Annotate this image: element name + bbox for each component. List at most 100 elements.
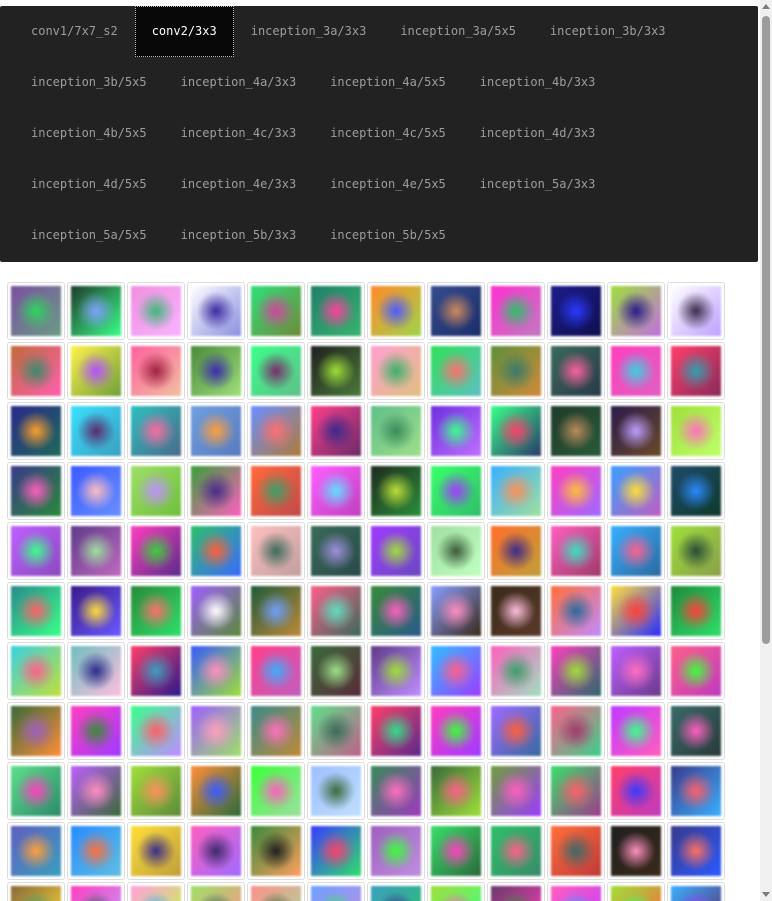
filter-tile[interactable] bbox=[367, 402, 425, 460]
filter-tile[interactable] bbox=[547, 402, 605, 460]
filter-tile[interactable] bbox=[607, 402, 665, 460]
filter-tile[interactable] bbox=[187, 582, 245, 640]
filter-tile[interactable] bbox=[247, 282, 305, 340]
tab-inception-5b-3x3[interactable]: inception_5b/3x3 bbox=[164, 210, 314, 261]
filter-tile[interactable] bbox=[367, 342, 425, 400]
filter-tile[interactable] bbox=[127, 582, 185, 640]
filter-tile[interactable] bbox=[367, 822, 425, 880]
filter-tile[interactable] bbox=[7, 282, 65, 340]
tab-inception-4b-3x3[interactable]: inception_4b/3x3 bbox=[463, 57, 613, 108]
filter-tile[interactable] bbox=[247, 702, 305, 760]
filter-tile[interactable] bbox=[667, 882, 725, 901]
filter-tile[interactable] bbox=[607, 582, 665, 640]
filter-tile[interactable] bbox=[547, 522, 605, 580]
filter-tile[interactable] bbox=[7, 462, 65, 520]
filter-tile[interactable] bbox=[607, 642, 665, 700]
filter-tile[interactable] bbox=[127, 822, 185, 880]
filter-tile[interactable] bbox=[67, 462, 125, 520]
filter-tile[interactable] bbox=[487, 762, 545, 820]
filter-tile[interactable] bbox=[307, 342, 365, 400]
filter-tile[interactable] bbox=[547, 582, 605, 640]
filter-tile[interactable] bbox=[67, 882, 125, 901]
filter-tile[interactable] bbox=[307, 522, 365, 580]
filter-tile[interactable] bbox=[127, 702, 185, 760]
filter-tile[interactable] bbox=[307, 462, 365, 520]
filter-tile[interactable] bbox=[547, 702, 605, 760]
filter-tile[interactable] bbox=[7, 822, 65, 880]
tab-inception-4a-3x3[interactable]: inception_4a/3x3 bbox=[164, 57, 314, 108]
filter-tile[interactable] bbox=[127, 642, 185, 700]
filter-tile[interactable] bbox=[667, 402, 725, 460]
filter-tile[interactable] bbox=[367, 882, 425, 901]
filter-tile[interactable] bbox=[667, 642, 725, 700]
scroll-down-arrow-icon[interactable] bbox=[762, 892, 770, 897]
filter-tile[interactable] bbox=[67, 522, 125, 580]
filter-tile[interactable] bbox=[487, 702, 545, 760]
tab-inception-3b-3x3[interactable]: inception_3b/3x3 bbox=[533, 6, 683, 57]
filter-tile[interactable] bbox=[607, 282, 665, 340]
filter-tile[interactable] bbox=[187, 822, 245, 880]
filter-tile[interactable] bbox=[667, 522, 725, 580]
filter-tile[interactable] bbox=[487, 402, 545, 460]
filter-tile[interactable] bbox=[187, 342, 245, 400]
filter-tile[interactable] bbox=[367, 762, 425, 820]
tab-conv1-7x7-s2[interactable]: conv1/7x7_s2 bbox=[14, 6, 135, 57]
filter-tile[interactable] bbox=[667, 822, 725, 880]
filter-tile[interactable] bbox=[547, 642, 605, 700]
filter-tile[interactable] bbox=[247, 642, 305, 700]
filter-tile[interactable] bbox=[427, 702, 485, 760]
filter-tile[interactable] bbox=[127, 402, 185, 460]
filter-tile[interactable] bbox=[187, 462, 245, 520]
filter-tile[interactable] bbox=[247, 582, 305, 640]
filter-tile[interactable] bbox=[7, 882, 65, 901]
filter-tile[interactable] bbox=[487, 822, 545, 880]
filter-tile[interactable] bbox=[547, 762, 605, 820]
tab-inception-4c-3x3[interactable]: inception_4c/3x3 bbox=[164, 108, 314, 159]
filter-tile[interactable] bbox=[547, 462, 605, 520]
filter-tile[interactable] bbox=[247, 402, 305, 460]
filter-tile[interactable] bbox=[7, 762, 65, 820]
scroll-up-arrow-icon[interactable] bbox=[762, 4, 770, 9]
filter-tile[interactable] bbox=[67, 342, 125, 400]
filter-tile[interactable] bbox=[367, 522, 425, 580]
filter-tile[interactable] bbox=[547, 822, 605, 880]
filter-tile[interactable] bbox=[427, 582, 485, 640]
filter-tile[interactable] bbox=[187, 882, 245, 901]
filter-tile[interactable] bbox=[487, 462, 545, 520]
filter-tile[interactable] bbox=[67, 762, 125, 820]
filter-tile[interactable] bbox=[247, 822, 305, 880]
filter-tile[interactable] bbox=[127, 762, 185, 820]
filter-tile[interactable] bbox=[547, 882, 605, 901]
filter-tile[interactable] bbox=[547, 342, 605, 400]
filter-tile[interactable] bbox=[427, 462, 485, 520]
vertical-scrollbar[interactable] bbox=[760, 0, 772, 901]
filter-tile[interactable] bbox=[427, 882, 485, 901]
filter-tile[interactable] bbox=[127, 522, 185, 580]
tab-inception-4e-5x5[interactable]: inception_4e/5x5 bbox=[313, 159, 463, 210]
filter-tile[interactable] bbox=[607, 702, 665, 760]
filter-tile[interactable] bbox=[307, 762, 365, 820]
filter-tile[interactable] bbox=[247, 762, 305, 820]
filter-tile[interactable] bbox=[427, 642, 485, 700]
filter-tile[interactable] bbox=[307, 822, 365, 880]
tab-inception-4a-5x5[interactable]: inception_4a/5x5 bbox=[313, 57, 463, 108]
filter-tile[interactable] bbox=[187, 762, 245, 820]
filter-tile[interactable] bbox=[67, 402, 125, 460]
filter-tile[interactable] bbox=[427, 402, 485, 460]
filter-tile[interactable] bbox=[187, 702, 245, 760]
filter-tile[interactable] bbox=[127, 342, 185, 400]
filter-tile[interactable] bbox=[307, 402, 365, 460]
tab-inception-3a-3x3[interactable]: inception_3a/3x3 bbox=[234, 6, 384, 57]
filter-tile[interactable] bbox=[667, 702, 725, 760]
filter-tile[interactable] bbox=[187, 522, 245, 580]
filter-tile[interactable] bbox=[607, 822, 665, 880]
filter-tile[interactable] bbox=[607, 462, 665, 520]
filter-tile[interactable] bbox=[667, 762, 725, 820]
filter-tile[interactable] bbox=[367, 642, 425, 700]
filter-tile[interactable] bbox=[607, 342, 665, 400]
tab-conv2-3x3[interactable]: conv2/3x3 bbox=[134, 6, 234, 57]
tab-inception-3a-5x5[interactable]: inception_3a/5x5 bbox=[383, 6, 533, 57]
filter-tile[interactable] bbox=[187, 282, 245, 340]
filter-tile[interactable] bbox=[487, 882, 545, 901]
filter-tile[interactable] bbox=[607, 522, 665, 580]
